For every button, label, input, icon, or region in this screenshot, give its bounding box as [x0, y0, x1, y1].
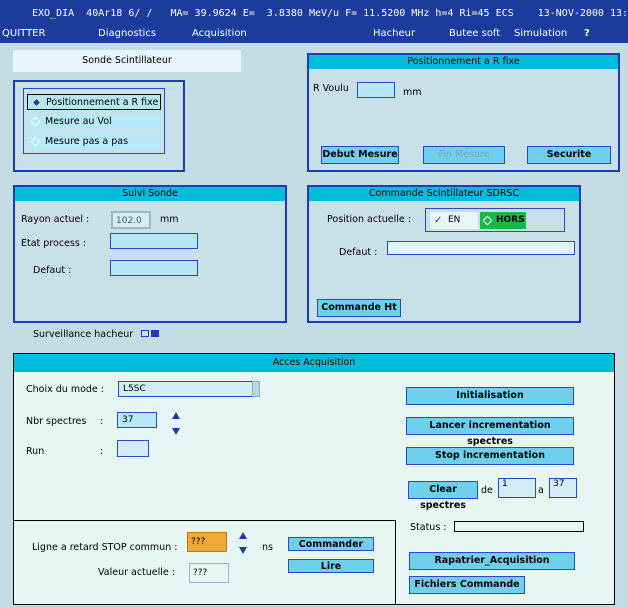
run-input[interactable] [117, 440, 149, 457]
menu-help[interactable]: ? [584, 28, 590, 39]
en-option[interactable]: ✓ EN [430, 212, 478, 229]
hors-diamond-icon [482, 215, 493, 226]
nbr-colon: : [100, 416, 104, 427]
debut-mesure-button[interactable]: Debut Mesure [321, 146, 399, 164]
menu-hacheur[interactable]: Hacheur [373, 28, 415, 39]
positionnement-title: Positionnement a R fixe [309, 55, 618, 69]
radio-label: Mesure pas a pas [45, 136, 129, 147]
nbr-spectres-input[interactable]: 37 [117, 412, 157, 428]
r-voulu-input[interactable] [357, 82, 395, 98]
a-input[interactable]: 37 [549, 478, 577, 498]
suivi-sonde-panel: Suivi Sonde Rayon actuel : 102.0 mm Etat… [13, 185, 287, 323]
mode-label: Choix du mode : [26, 384, 104, 395]
ligne-down-arrow-icon[interactable] [239, 547, 247, 554]
radio-selected-icon [31, 97, 42, 108]
defaut-value [110, 260, 198, 276]
mode-radio-group: Positionnement a R fixe Mesure au Vol Me… [23, 88, 165, 154]
valeur-actuelle-value: ??? [189, 563, 229, 583]
run-colon: : [100, 446, 104, 457]
surveillance-indicator-off [141, 330, 149, 337]
acces-acquisition-title: Acces Acquisition [14, 354, 614, 372]
surveillance-hacheur-label: Surveillance hacheur [33, 329, 134, 340]
ligne-retard-section: Ligne a retard STOP commun : ??? ns Comm… [14, 520, 396, 605]
ligne-retard-input[interactable]: ??? [187, 532, 227, 552]
defaut-label: Defaut : [33, 265, 72, 276]
hors-option[interactable]: HORS [480, 212, 526, 229]
run-label: Run [26, 446, 45, 457]
window-title-bar: EXO_DIA 40Ar18 6/ / MA= 39.9624 E= 3.838… [0, 0, 628, 25]
position-actuelle-label: Position actuelle : [327, 214, 411, 225]
radio-unselected-icon [30, 136, 41, 147]
commande-sdrsc-title: Commande Scintillateur SDRSC [309, 187, 579, 201]
sdrsc-defaut-value [387, 241, 575, 255]
check-icon: ✓ [434, 215, 443, 226]
fichiers-commande-button[interactable]: Fichiers Commande [409, 576, 525, 594]
menu-butee-soft[interactable]: Butee soft [449, 28, 500, 39]
sdrsc-defaut-label: Defaut : [339, 247, 378, 258]
de-input[interactable]: 1 [498, 478, 536, 498]
radio-positionnement[interactable]: Positionnement a R fixe [27, 94, 161, 110]
nbr-up-arrow-icon[interactable] [172, 412, 180, 419]
r-voulu-label: R Voulu [313, 83, 349, 94]
surveillance-indicator-on [151, 330, 159, 337]
nbr-down-arrow-icon[interactable] [172, 428, 180, 435]
sonde-header: Sonde Scintillateur [13, 50, 241, 72]
valeur-actuelle-label: Valeur actuelle : [98, 567, 175, 578]
commander-button[interactable]: Commander [288, 537, 374, 551]
etat-process-value [110, 233, 198, 249]
ligne-up-arrow-icon[interactable] [239, 532, 247, 539]
nbr-spectres-label: Nbr spectres [26, 416, 87, 427]
position-toggle: ✓ EN HORS [425, 208, 565, 232]
securite-button[interactable]: Securite [527, 146, 611, 164]
menu-quitter[interactable]: QUITTER [2, 28, 45, 39]
ns-label: ns [262, 542, 273, 553]
lire-button[interactable]: Lire [288, 559, 374, 573]
ligne-retard-label: Ligne a retard STOP commun : [32, 542, 178, 553]
suivi-sonde-title: Suivi Sonde [15, 187, 285, 201]
acces-acquisition-panel: Acces Acquisition Choix du mode : L5SC N… [13, 353, 615, 605]
menu-diagnostics[interactable]: Diagnostics [98, 28, 156, 39]
menu-simulation[interactable]: Simulation [514, 28, 567, 39]
rayon-unit: mm [160, 214, 179, 225]
hors-label: HORS [496, 215, 525, 225]
mode-dropdown-icon[interactable] [252, 381, 260, 397]
radio-label: Mesure au Vol [45, 116, 112, 127]
status-value [454, 521, 584, 532]
clear-spectres-button[interactable]: Clear spectres [408, 481, 478, 511]
commande-sdrsc-panel: Commande Scintillateur SDRSC Position ac… [307, 185, 581, 323]
commande-ht-button[interactable]: Commande Ht [317, 299, 401, 317]
menu-acquisition[interactable]: Acquisition [192, 28, 247, 39]
etat-process-label: Etat process : [21, 238, 87, 249]
r-voulu-unit: mm [403, 87, 422, 98]
radio-unselected-icon [30, 116, 41, 127]
a-label: a [538, 485, 544, 496]
menu-bar: QUITTER Diagnostics Acquisition Hacheur … [0, 25, 628, 43]
mode-select[interactable]: L5SC [118, 381, 254, 397]
rapatrier-acquisition-button[interactable]: Rapatrier_Acquisition [409, 552, 575, 570]
positionnement-panel: Positionnement a R fixe R Voulu mm Debut… [307, 53, 620, 172]
en-label: EN [448, 215, 461, 225]
radio-mesure-vol[interactable]: Mesure au Vol [27, 114, 161, 130]
rayon-value: 102.0 [111, 211, 151, 229]
lancer-incrementation-button[interactable]: Lancer incrementation spectres [406, 417, 574, 447]
sonde-mode-panel: Positionnement a R fixe Mesure au Vol Me… [13, 80, 185, 172]
rayon-label: Rayon actuel : [21, 214, 90, 225]
fin-mesure-button[interactable]: Fin Mesure [423, 146, 505, 164]
de-label: de [481, 485, 493, 496]
radio-mesure-pas[interactable]: Mesure pas a pas [27, 134, 161, 150]
initialisation-button[interactable]: Initialisation [406, 387, 574, 405]
status-label: Status : [410, 522, 447, 533]
stop-incrementation-button[interactable]: Stop incrementation [406, 447, 574, 465]
radio-label: Positionnement a R fixe [46, 97, 159, 108]
